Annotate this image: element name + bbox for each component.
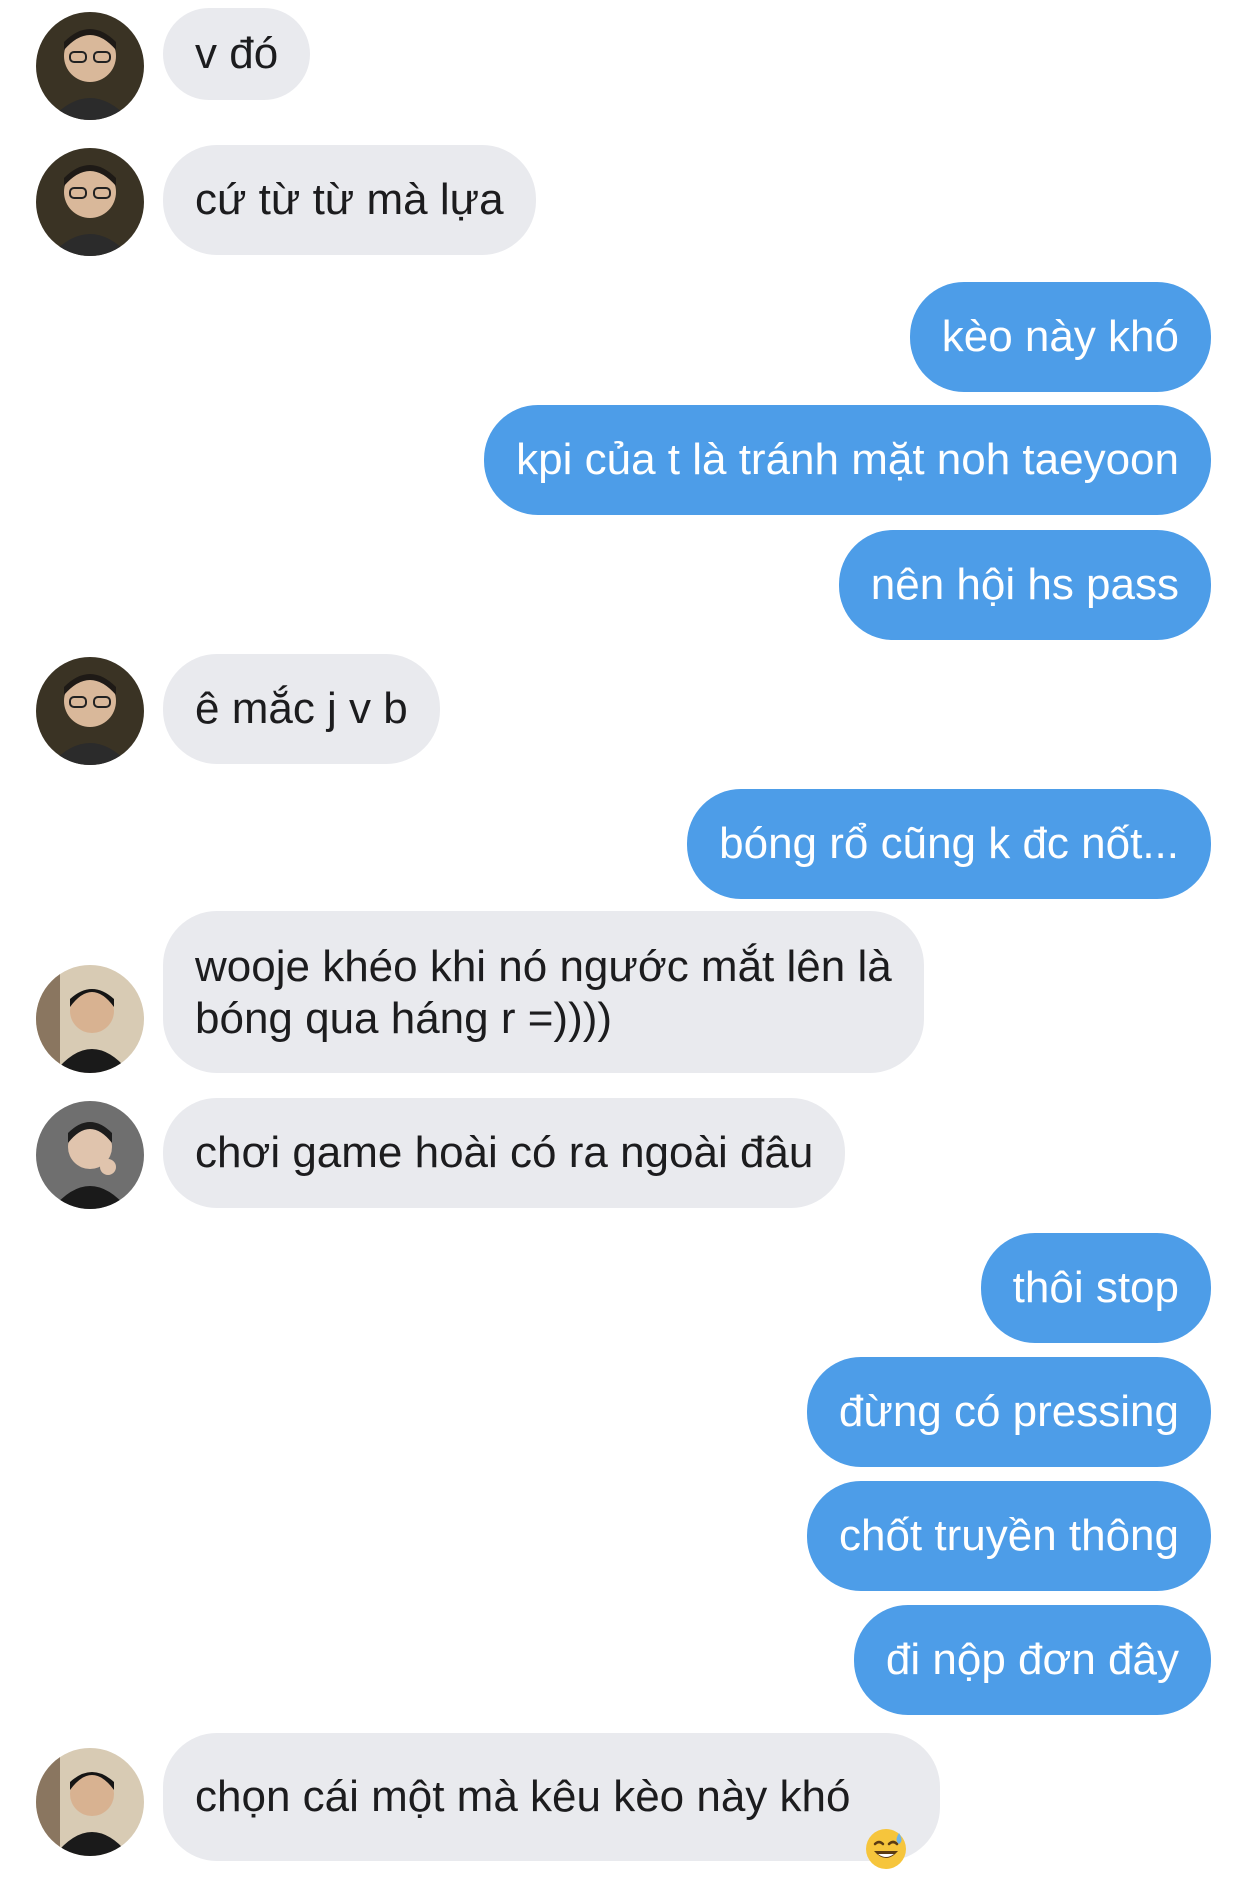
avatar[interactable] bbox=[36, 12, 144, 120]
sweat-smile-emoji-icon bbox=[864, 1775, 908, 1869]
avatar-photo-icon bbox=[36, 1101, 144, 1209]
message-bubble-outgoing[interactable]: kèo này khó bbox=[909, 282, 1211, 392]
message-bubble-incoming[interactable]: cứ từ từ mà lựa bbox=[163, 145, 536, 255]
avatar[interactable] bbox=[36, 1101, 144, 1209]
message-bubble-incoming[interactable]: ê mắc j v b bbox=[163, 654, 440, 764]
avatar-photo-icon bbox=[36, 148, 144, 256]
message-bubble-incoming[interactable]: wooje khéo khi nó ngước mắt lên là bóng … bbox=[163, 911, 924, 1073]
message-bubble-outgoing[interactable]: thôi stop bbox=[980, 1233, 1211, 1343]
avatar-photo-icon bbox=[36, 965, 144, 1073]
message-bubble-incoming[interactable]: chọn cái một mà kêu kèo này khó bbox=[163, 1733, 941, 1869]
message-bubble-outgoing[interactable]: đừng có pressing bbox=[806, 1357, 1211, 1467]
message-bubble-outgoing[interactable]: nên hội hs pass bbox=[838, 530, 1211, 640]
avatar[interactable] bbox=[36, 965, 144, 1073]
message-bubble-outgoing[interactable]: kpi của t là tránh mặt noh taeyoon bbox=[484, 405, 1211, 515]
message-text: chọn cái một mà kêu kèo này khó bbox=[195, 1772, 851, 1821]
message-bubble-outgoing[interactable]: chốt truyền thông bbox=[806, 1481, 1211, 1591]
avatar-photo-icon bbox=[36, 1748, 144, 1856]
message-bubble-incoming[interactable]: v đó bbox=[163, 8, 311, 100]
avatar-photo-icon bbox=[36, 12, 144, 120]
message-bubble-outgoing[interactable]: đi nộp đơn đây bbox=[853, 1605, 1211, 1715]
avatar[interactable] bbox=[36, 1748, 144, 1856]
avatar[interactable] bbox=[36, 657, 144, 765]
message-bubble-outgoing[interactable]: bóng rổ cũng k đc nốt... bbox=[687, 789, 1211, 899]
avatar[interactable] bbox=[36, 148, 144, 256]
avatar-photo-icon bbox=[36, 657, 144, 765]
message-bubble-incoming[interactable]: chơi game hoài có ra ngoài đâu bbox=[163, 1098, 846, 1208]
